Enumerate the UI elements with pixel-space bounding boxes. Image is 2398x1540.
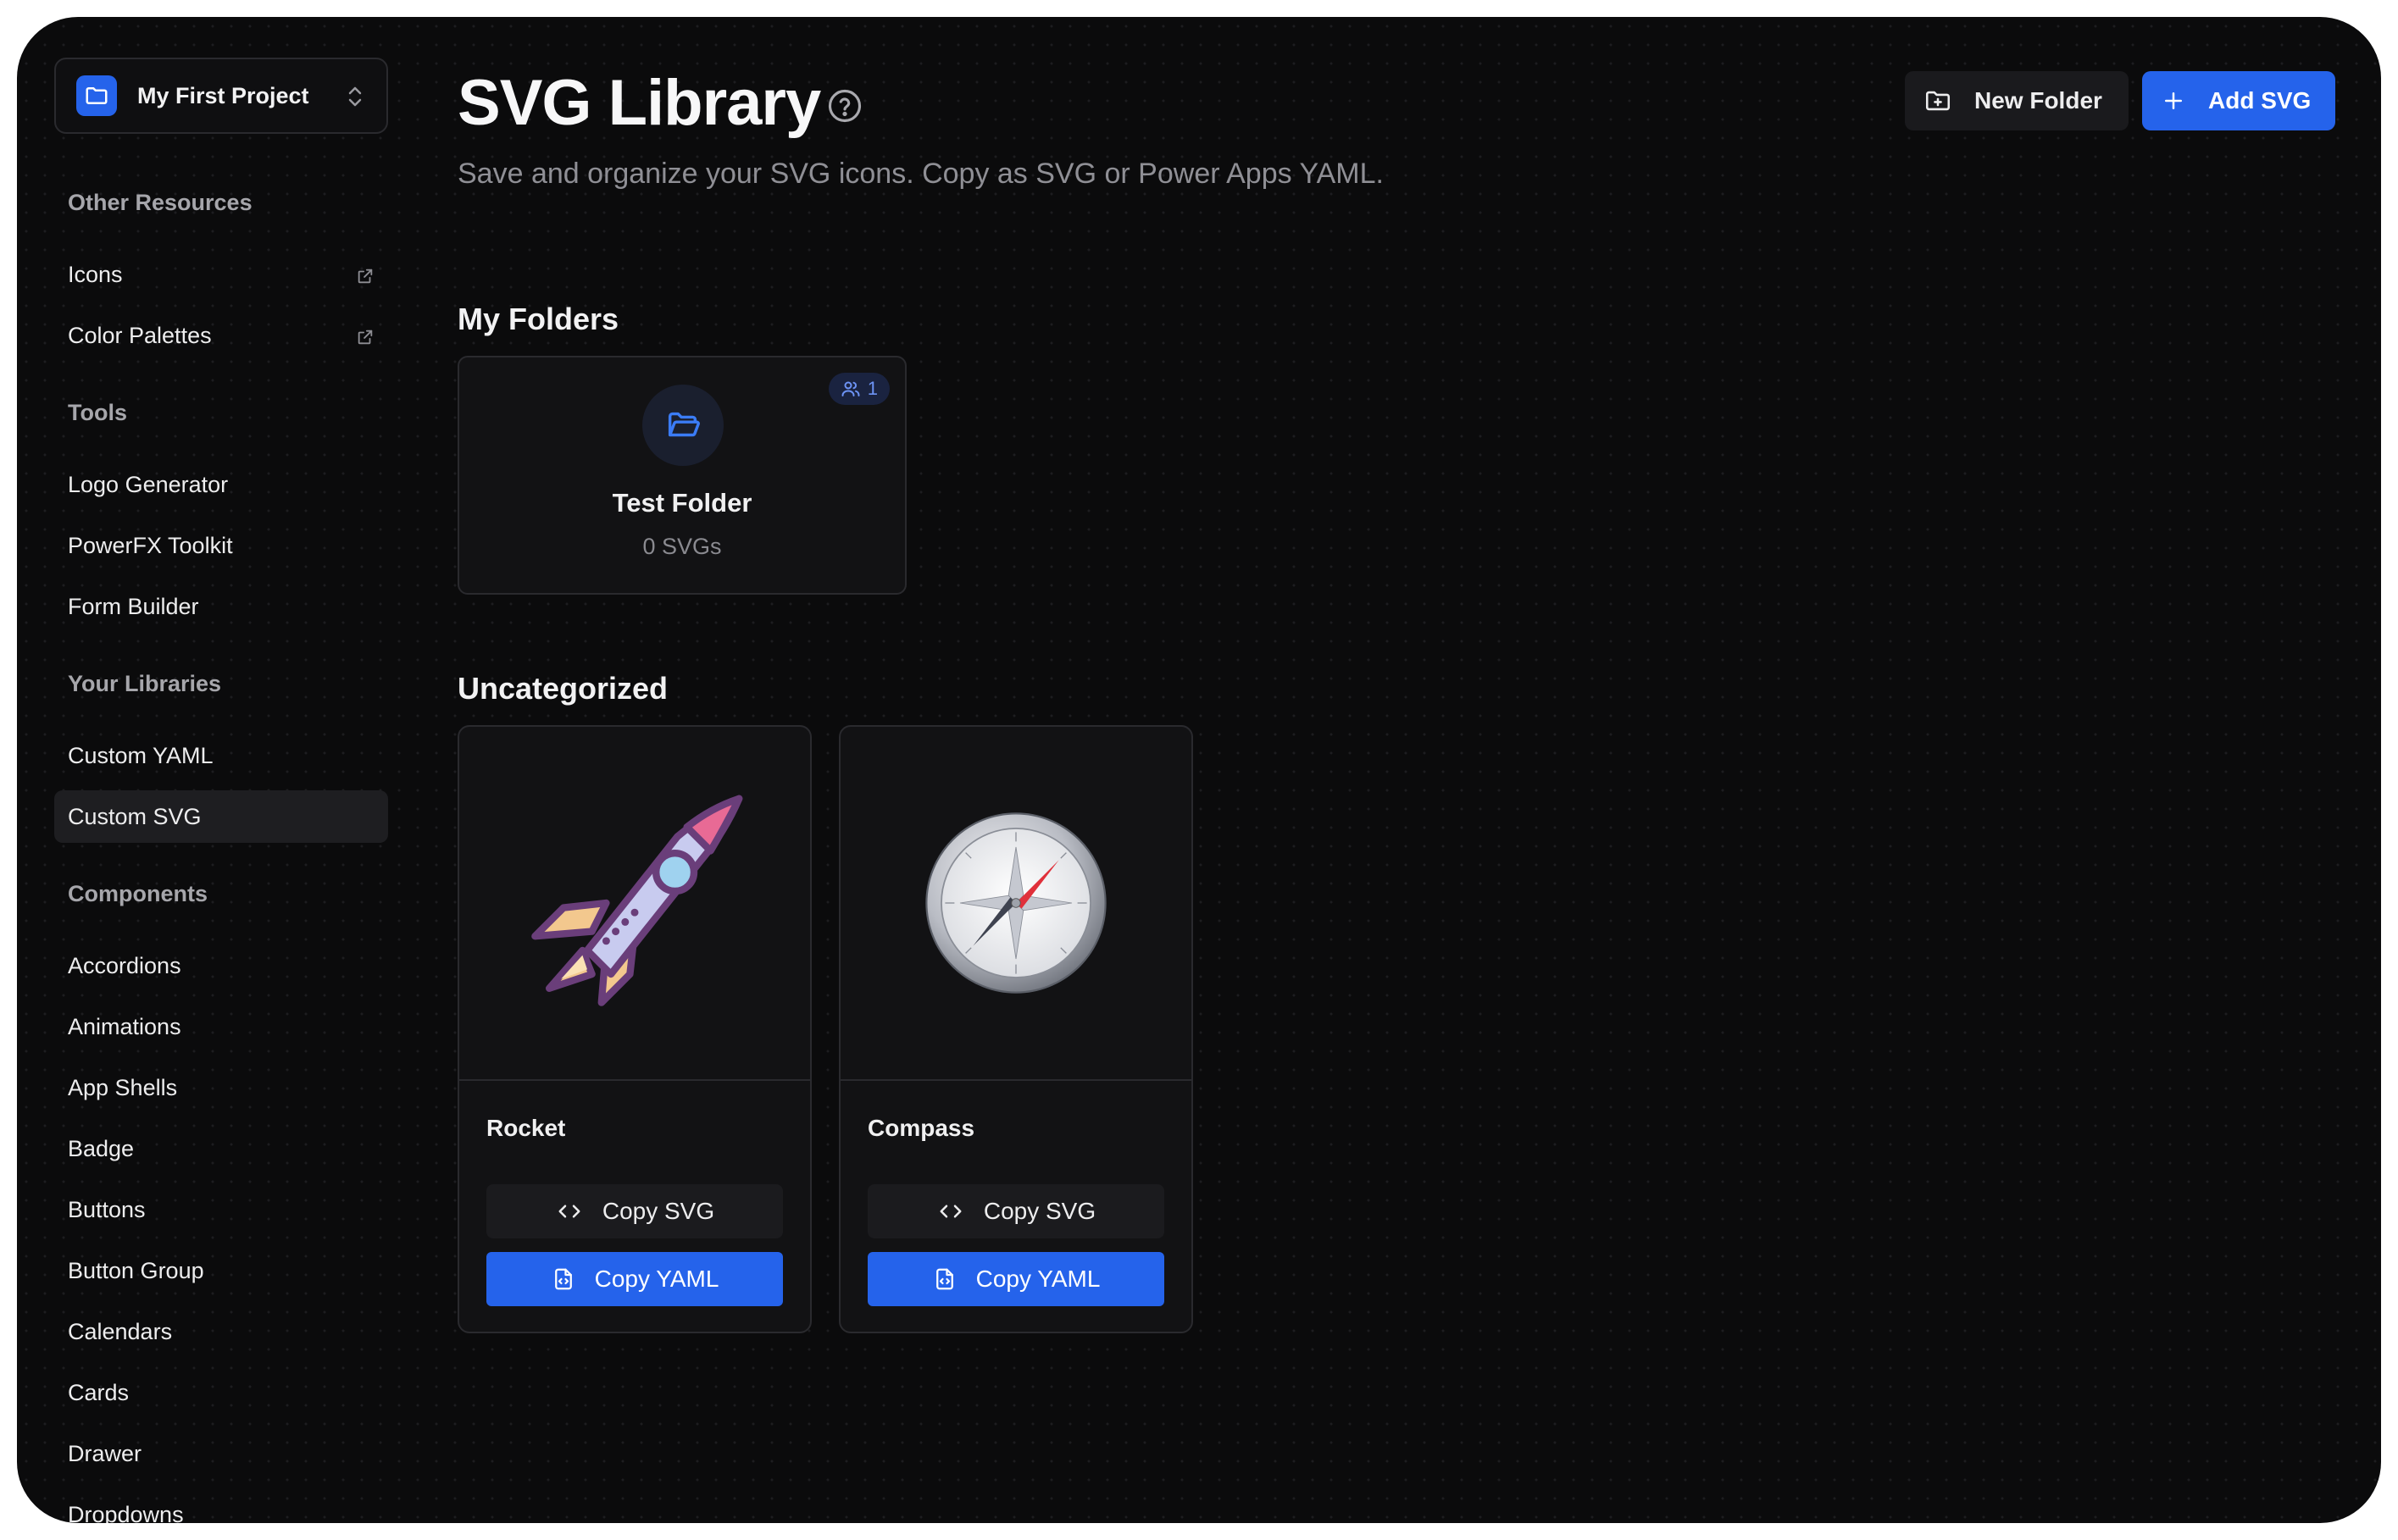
sidebar-item-form-builder[interactable]: Form Builder: [54, 580, 388, 633]
sidebar-item-label: Button Group: [68, 1257, 204, 1283]
page-title: SVG Library: [458, 67, 821, 139]
sidebar-item-logo-generator[interactable]: Logo Generator: [54, 458, 388, 511]
app-window: My First Project Other Resources Icons C…: [17, 17, 2381, 1523]
sidebar-item-app-shells[interactable]: App Shells: [54, 1061, 388, 1114]
folder-open-icon: [642, 385, 724, 466]
sidebar-item-drawer[interactable]: Drawer: [54, 1427, 388, 1480]
shared-users-badge: 1: [828, 373, 890, 405]
add-svg-label: Add SVG: [2208, 87, 2312, 114]
copy-yaml-label: Copy YAML: [975, 1266, 1101, 1292]
sidebar-item-label: Buttons: [68, 1196, 146, 1222]
section-title-uncategorized: Uncategorized: [458, 671, 669, 706]
sidebar-item-buttons[interactable]: Buttons: [54, 1183, 388, 1236]
external-link-icon: [356, 326, 375, 352]
svg-card-rocket: Rocket Copy SVG Copy YAML: [458, 725, 812, 1333]
nav-heading-tools: Tools: [68, 400, 127, 425]
sidebar-item-animations[interactable]: Animations: [54, 1000, 388, 1053]
section-title-my-folders: My Folders: [458, 302, 619, 336]
external-link-icon: [356, 265, 375, 291]
sidebar-item-custom-svg[interactable]: Custom SVG: [54, 790, 388, 843]
sidebar-item-calendars[interactable]: Calendars: [54, 1305, 388, 1358]
new-folder-button[interactable]: New Folder: [1905, 71, 2129, 130]
copy-yaml-button[interactable]: Copy YAML: [868, 1252, 1164, 1306]
copy-yaml-button[interactable]: Copy YAML: [486, 1252, 783, 1306]
rocket-icon: [459, 727, 810, 1081]
copy-svg-button[interactable]: Copy SVG: [486, 1184, 783, 1238]
plus-icon: [2161, 88, 2186, 114]
sidebar-item-label: Calendars: [68, 1318, 173, 1344]
compass-icon: [841, 727, 1191, 1081]
sidebar-item-label: Drawer: [68, 1440, 142, 1466]
code-icon: [936, 1199, 965, 1224]
sidebar-item-label: Accordions: [68, 952, 181, 978]
folder-icon: [76, 75, 117, 116]
sidebar-item-button-group[interactable]: Button Group: [54, 1244, 388, 1297]
copy-svg-label: Copy SVG: [983, 1198, 1096, 1224]
chevron-up-down-icon: [346, 83, 364, 114]
add-svg-button[interactable]: Add SVG: [2142, 71, 2335, 130]
sidebar-item-label: Icons: [68, 261, 123, 287]
project-switcher[interactable]: My First Project: [54, 58, 388, 134]
sidebar-item-label: Animations: [68, 1013, 181, 1039]
sidebar-item-powerfx-toolkit[interactable]: PowerFX Toolkit: [54, 519, 388, 572]
nav-heading-your-libraries: Your Libraries: [68, 671, 222, 696]
sidebar-item-label: Dropdowns: [68, 1501, 184, 1524]
shared-count: 1: [867, 378, 878, 399]
sidebar-item-cards[interactable]: Cards: [54, 1366, 388, 1419]
sidebar-item-label: Custom YAML: [68, 742, 214, 768]
sidebar-item-label: Badge: [68, 1135, 135, 1161]
copy-yaml-label: Copy YAML: [594, 1266, 719, 1292]
copy-svg-label: Copy SVG: [602, 1198, 715, 1224]
svg-card-compass: Compass Copy SVG Copy YAML: [839, 725, 1193, 1333]
folder-plus-icon: [1923, 86, 1952, 115]
folder-svg-count: 0 SVGs: [642, 534, 722, 559]
sidebar-item-label: Form Builder: [68, 593, 199, 619]
sidebar-item-dropdowns[interactable]: Dropdowns: [54, 1488, 388, 1524]
folder-name: Test Folder: [612, 488, 752, 518]
nav-heading-components: Components: [68, 881, 208, 906]
file-code-icon: [551, 1266, 576, 1292]
sidebar-item-label: App Shells: [68, 1074, 178, 1100]
help-icon[interactable]: [827, 88, 863, 128]
sidebar-item-custom-yaml[interactable]: Custom YAML: [54, 729, 388, 782]
file-code-icon: [932, 1266, 958, 1292]
sidebar-item-accordions[interactable]: Accordions: [54, 939, 388, 992]
sidebar-item-badge[interactable]: Badge: [54, 1122, 388, 1175]
sidebar-item-icons[interactable]: Icons: [54, 248, 388, 301]
sidebar-item-label: Custom SVG: [68, 803, 202, 829]
users-icon: [841, 379, 861, 399]
page-subtitle: Save and organize your SVG icons. Copy a…: [458, 158, 1384, 190]
svg-name: Rocket: [486, 1115, 566, 1141]
nav-heading-other-resources: Other Resources: [68, 190, 253, 215]
code-icon: [555, 1199, 584, 1224]
sidebar-item-label: PowerFX Toolkit: [68, 532, 233, 558]
copy-svg-button[interactable]: Copy SVG: [868, 1184, 1164, 1238]
svg-name: Compass: [868, 1115, 975, 1141]
folder-card[interactable]: 1 Test Folder 0 SVGs: [458, 356, 907, 595]
new-folder-label: New Folder: [1974, 87, 2102, 114]
sidebar-item-color-palettes[interactable]: Color Palettes: [54, 309, 388, 362]
sidebar-item-label: Color Palettes: [68, 322, 212, 348]
sidebar-item-label: Logo Generator: [68, 471, 229, 497]
sidebar-item-label: Cards: [68, 1379, 130, 1405]
project-name: My First Project: [137, 82, 309, 108]
